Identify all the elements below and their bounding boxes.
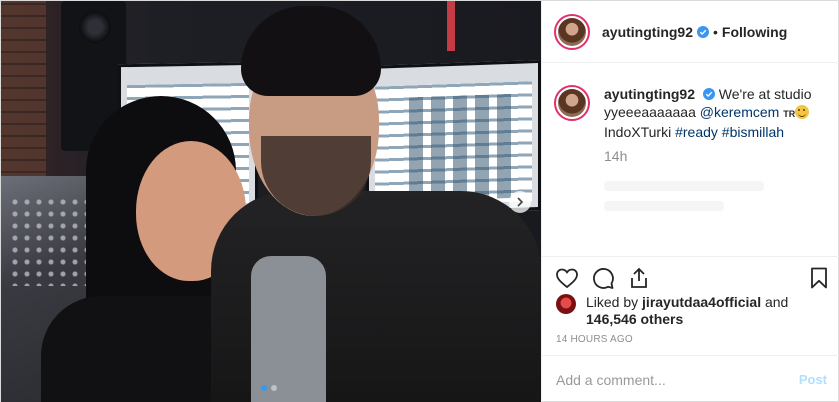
man-shirt [251, 256, 326, 402]
man-hair [241, 6, 381, 96]
instagram-post: ayutingting92 • Following ayutingting92 … [0, 0, 839, 402]
carousel-next-button[interactable] [509, 191, 531, 213]
author-avatar[interactable] [554, 13, 590, 50]
header-separator: • [713, 23, 718, 40]
faded-comment-line [604, 181, 764, 191]
post-comment-button[interactable]: Post [799, 372, 827, 387]
post-header: ayutingting92 • Following [542, 1, 839, 63]
comment-button[interactable] [590, 265, 616, 291]
share-icon [631, 267, 647, 288]
carousel-dots [261, 385, 277, 391]
hashtag-ready-link[interactable]: #ready [675, 124, 718, 140]
likes-count[interactable]: 146,546 others [586, 311, 683, 327]
man-figure [211, 6, 541, 402]
caption-time: 14h [604, 148, 628, 164]
carousel-dot-1 [261, 385, 267, 391]
verified-badge-icon [702, 88, 715, 100]
likes-prefix: Liked by [586, 294, 643, 310]
heart-icon [556, 268, 578, 289]
caption-mention-link[interactable]: @keremcem [700, 104, 780, 120]
liker-username[interactable]: jirayutdaa4official [642, 294, 761, 310]
bookmark-icon [811, 267, 827, 289]
avatar-photo [558, 89, 586, 117]
speaker-woofer [79, 11, 111, 43]
caption-avatar[interactable] [554, 85, 590, 121]
like-button[interactable] [554, 265, 580, 291]
caption-username[interactable]: ayutingting92 [604, 86, 695, 102]
verified-badge-icon [697, 25, 710, 38]
chevron-right-icon [517, 197, 524, 207]
comment-bubble-icon [593, 268, 614, 289]
save-button[interactable] [806, 265, 832, 291]
post-timestamp[interactable]: 14 HOURS AGO [556, 334, 633, 345]
carousel-dot-2 [271, 385, 277, 391]
share-button[interactable] [626, 265, 652, 291]
smiley-emoji-icon [795, 105, 810, 119]
post-actions [542, 256, 839, 296]
post-side-panel: ayutingting92 • Following ayutingting92 … [541, 1, 839, 402]
hashtag-bismillah-link[interactable]: #bismillah [722, 124, 784, 140]
caption-text-end: IndoXTurki [604, 124, 676, 140]
turkey-flag-emoji: TR [783, 109, 796, 119]
author-username[interactable]: ayutingting92 [602, 24, 693, 40]
following-button[interactable]: Following [722, 24, 787, 40]
caption-text: ayutingting92 We're at studio yyeeeaaaaa… [604, 85, 829, 141]
post-photo[interactable] [1, 1, 541, 402]
avatar-photo [558, 17, 586, 46]
caption-comment: ayutingting92 We're at studio yyeeeaaaaa… [554, 85, 829, 141]
likes-conjunction: and [761, 294, 789, 310]
liker-avatar[interactable] [556, 294, 576, 314]
likes-summary: Liked by jirayutdaa4official and 146,546… [556, 294, 826, 328]
likes-text: Liked by jirayutdaa4official and 146,546… [586, 294, 788, 328]
add-comment-bar: Post [542, 355, 839, 402]
add-comment-input[interactable] [556, 371, 799, 388]
studio-selfie-image [1, 1, 541, 402]
faded-comment-line [604, 201, 724, 211]
